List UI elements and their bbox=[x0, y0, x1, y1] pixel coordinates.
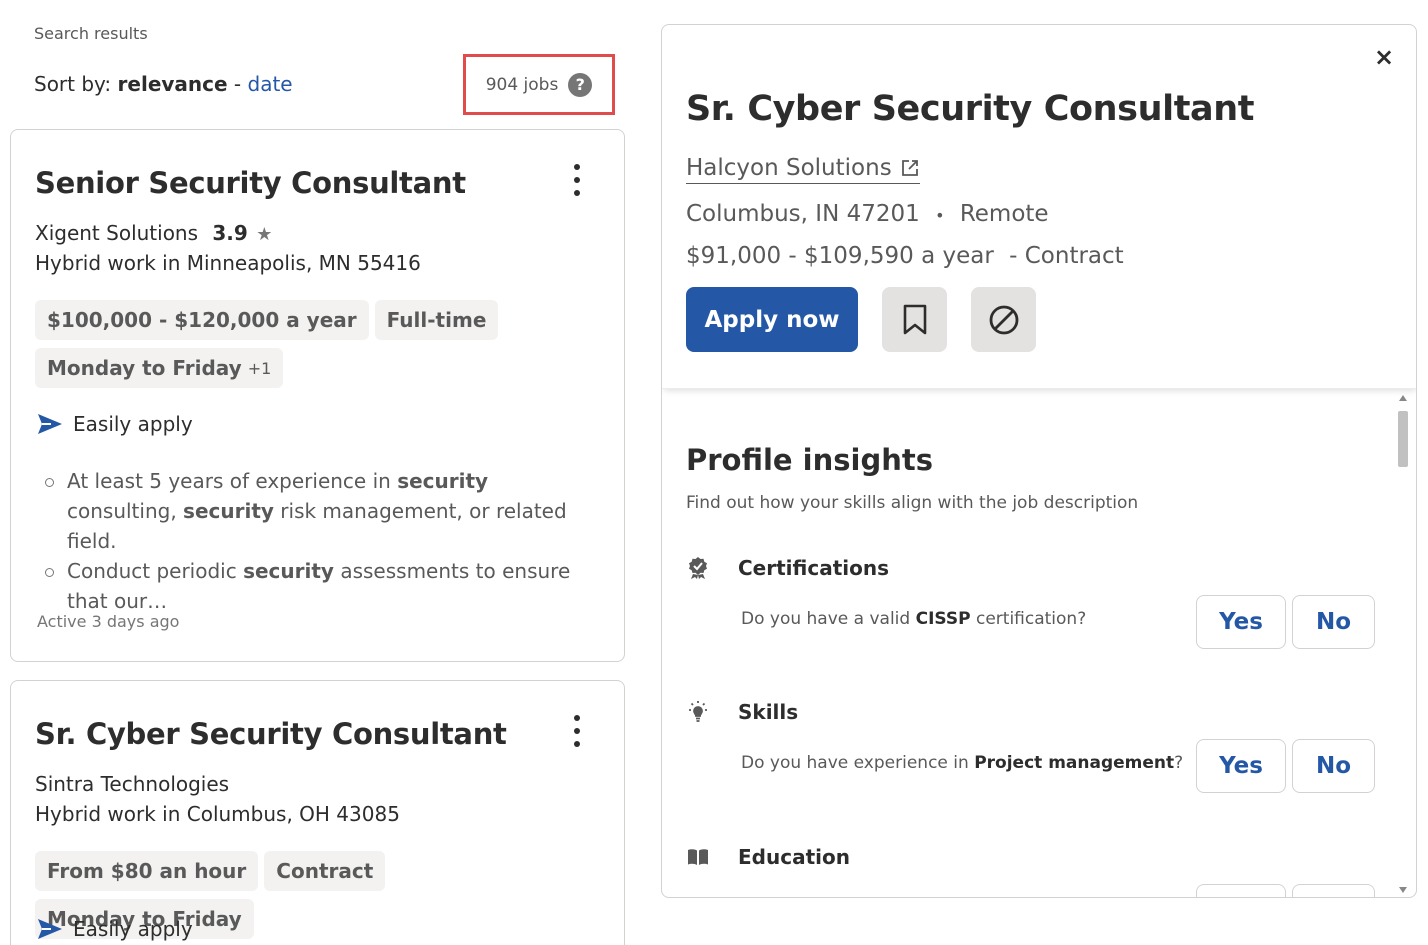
schedule-tag-label: Monday to Friday bbox=[47, 356, 242, 380]
search-results-label: Search results bbox=[34, 24, 148, 43]
no-button[interactable]: No bbox=[1292, 739, 1375, 793]
job-detail-panel: × Sr. Cyber Security Consultant Halcyon … bbox=[661, 24, 1417, 898]
job-card-company: Sintra Technologies bbox=[35, 772, 229, 796]
yes-button[interactable]: Yes bbox=[1196, 595, 1286, 649]
job-detail-location: Columbus, IN 47201 • Remote bbox=[686, 201, 1049, 227]
help-icon[interactable]: ? bbox=[568, 72, 593, 97]
bullet-separator: • bbox=[935, 206, 945, 225]
job-type-tag: Full-time bbox=[374, 300, 499, 340]
salary-tag: From $80 an hour bbox=[35, 851, 259, 891]
salary-text: $91,000 - $109,590 a year bbox=[686, 243, 994, 269]
easy-apply-badge: Easily apply bbox=[37, 917, 193, 941]
job-active-date: Active 3 days ago bbox=[37, 612, 180, 631]
company-link-label: Halcyon Solutions bbox=[686, 155, 892, 181]
badge-icon bbox=[689, 557, 707, 579]
scroll-thumb[interactable] bbox=[1398, 411, 1408, 467]
easy-apply-badge: Easily apply bbox=[37, 412, 193, 436]
block-icon bbox=[989, 305, 1018, 334]
not-interested-button[interactable] bbox=[971, 287, 1036, 352]
easy-apply-label: Easily apply bbox=[73, 917, 193, 941]
send-icon bbox=[38, 414, 62, 434]
no-button-partial[interactable] bbox=[1292, 884, 1375, 897]
profile-insights-title: Profile insights bbox=[686, 443, 933, 477]
sort-row: Sort by: relevance - date bbox=[34, 72, 293, 96]
sort-separator: - bbox=[227, 72, 248, 96]
yes-button-partial[interactable] bbox=[1196, 884, 1286, 897]
job-detail-salary: $91,000 - $109,590 a year - Contract bbox=[686, 243, 1124, 269]
yes-button[interactable]: Yes bbox=[1196, 739, 1286, 793]
job-type-tag: Contract bbox=[264, 851, 386, 891]
book-icon bbox=[688, 849, 708, 865]
job-card-tags: $100,000 - $120,000 a year Full-time Mon… bbox=[35, 300, 595, 388]
remote-text: Remote bbox=[959, 201, 1049, 227]
sort-prefix: Sort by: bbox=[34, 72, 112, 96]
job-detail-title: Sr. Cyber Security Consultant bbox=[686, 89, 1255, 129]
sort-date-link[interactable]: date bbox=[248, 72, 293, 96]
section-heading-label: Skills bbox=[738, 700, 799, 724]
profile-insights-subtitle: Find out how your skills align with the … bbox=[686, 493, 1139, 513]
job-count: 904 jobs ? bbox=[463, 54, 615, 115]
company-link[interactable]: Halcyon Solutions bbox=[686, 155, 920, 184]
location-text: Columbus, IN 47201 bbox=[686, 201, 920, 227]
job-card[interactable]: Senior Security Consultant Xigent Soluti… bbox=[10, 129, 625, 662]
job-card-location: Hybrid work in Columbus, OH 43085 bbox=[35, 802, 400, 826]
insight-section-education: Education bbox=[686, 842, 1386, 897]
job-card-location: Hybrid work in Minneapolis, MN 55416 bbox=[35, 251, 421, 275]
job-card-title[interactable]: Sr. Cyber Security Consultant bbox=[35, 717, 507, 751]
snippet-bullet: At least 5 years of experience in securi… bbox=[45, 466, 585, 556]
search-results-column: Search results Sort by: relevance - date… bbox=[0, 0, 640, 945]
job-type-text: - Contract bbox=[1009, 243, 1124, 269]
scrollbar[interactable] bbox=[1396, 391, 1408, 897]
apply-now-button[interactable]: Apply now bbox=[686, 287, 858, 352]
more-options-icon[interactable] bbox=[572, 164, 582, 196]
job-count-text: 904 jobs bbox=[485, 74, 559, 95]
job-card-company: Xigent Solutions 3.9 ★ bbox=[35, 221, 272, 245]
section-heading-label: Certifications bbox=[738, 556, 889, 580]
no-button[interactable]: No bbox=[1292, 595, 1375, 649]
company-name: Sintra Technologies bbox=[35, 772, 230, 796]
insight-question: Do you have a valid CISSP certification? bbox=[741, 609, 1087, 629]
sort-relevance: relevance bbox=[117, 72, 228, 96]
job-detail-scroll-area[interactable]: Profile insights Find out how your skill… bbox=[662, 391, 1416, 897]
scroll-up-arrow[interactable] bbox=[1399, 395, 1407, 401]
save-job-button[interactable] bbox=[882, 287, 947, 352]
insight-question: Do you have experience in Project manage… bbox=[741, 753, 1184, 773]
company-rating: 3.9 bbox=[212, 221, 248, 245]
section-heading: Certifications bbox=[686, 553, 1386, 583]
bookmark-icon bbox=[903, 304, 926, 334]
section-heading-label: Education bbox=[738, 845, 850, 869]
scroll-down-arrow[interactable] bbox=[1399, 887, 1407, 893]
insight-section-skills: Skills Do you have experience in Project… bbox=[686, 697, 1386, 793]
schedule-tag: Monday to Friday +1 bbox=[35, 348, 284, 388]
external-link-icon bbox=[901, 160, 918, 176]
insight-section-certifications: Certifications Do you have a valid CISSP… bbox=[686, 553, 1386, 649]
insight-question-row: Do you have experience in Project manage… bbox=[686, 739, 1376, 793]
company-name: Xigent Solutions bbox=[35, 221, 199, 245]
star-icon: ★ bbox=[256, 224, 273, 245]
section-heading: Education bbox=[686, 842, 1386, 872]
send-icon bbox=[38, 919, 62, 939]
more-options-icon[interactable] bbox=[572, 715, 582, 747]
insight-question-row: Do you have a valid CISSP certification?… bbox=[686, 595, 1376, 649]
job-card[interactable]: Sr. Cyber Security Consultant Sintra Tec… bbox=[10, 680, 625, 945]
job-snippet: At least 5 years of experience in securi… bbox=[45, 466, 585, 616]
more-tags-count: +1 bbox=[247, 358, 272, 378]
job-detail-header: × Sr. Cyber Security Consultant Halcyon … bbox=[662, 25, 1416, 389]
easy-apply-label: Easily apply bbox=[73, 412, 193, 436]
section-heading: Skills bbox=[686, 697, 1386, 727]
snippet-bullet: Conduct periodic security assessments to… bbox=[45, 556, 585, 616]
close-icon[interactable]: × bbox=[1372, 43, 1396, 71]
salary-tag: $100,000 - $120,000 a year bbox=[35, 300, 369, 340]
job-card-title[interactable]: Senior Security Consultant bbox=[35, 166, 466, 200]
lightbulb-icon bbox=[689, 701, 707, 722]
